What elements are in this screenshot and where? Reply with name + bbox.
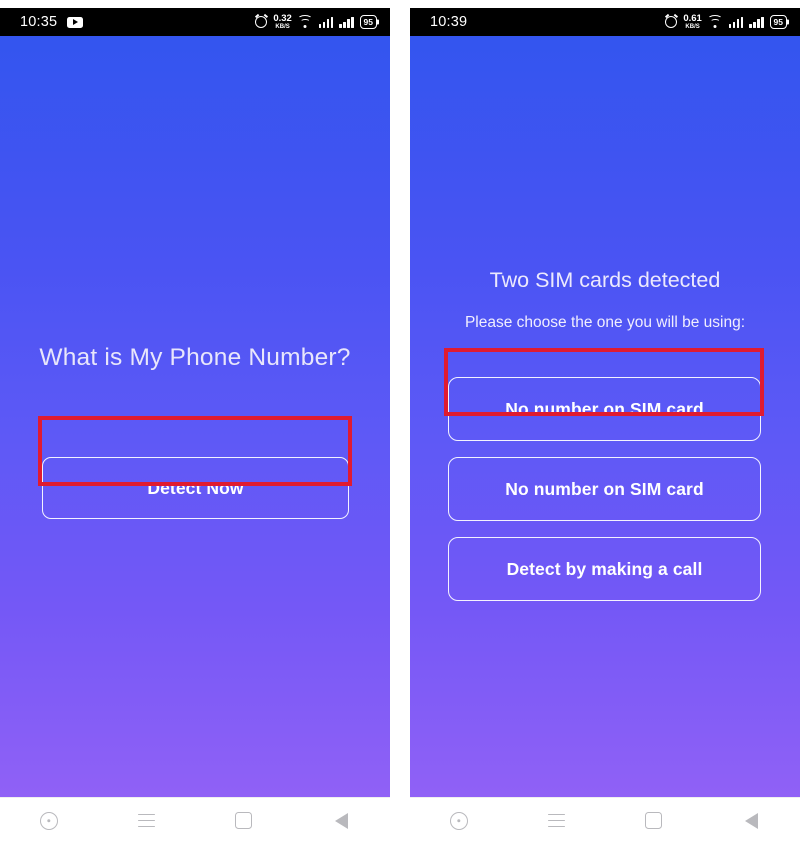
status-bar-right: 10:39 0.61 KB/S 95 [410,8,800,36]
alarm-icon [255,16,268,28]
home-icon[interactable] [226,803,262,839]
sim-option-button-1[interactable]: No number on SIM card [448,377,761,441]
sim-detected-title: Two SIM cards detected [489,268,721,292]
signal-bars-icon-2 [339,16,354,28]
phone-screenshot-right: 10:39 0.61 KB/S 95 Two SIM cards detecte… [410,8,800,842]
system-nav-bar-right [410,797,800,842]
app-screen-left: What is My Phone Number? Detect Now [0,36,390,797]
sim-option-button-2[interactable]: No number on SIM card [448,457,761,521]
battery-icon: 95 [769,15,787,29]
page-title: What is My Phone Number? [39,344,351,371]
status-clock: 10:35 [20,13,58,30]
system-nav-bar-left [0,797,390,842]
app-screen-right: Two SIM cards detected Please choose the… [410,36,800,797]
status-bar-right-group: 0.61 KB/S 95 [665,14,787,30]
status-bar-left-group: 10:35 [20,13,84,30]
signal-bars-icon-1 [728,16,744,28]
phone-screenshot-left: 10:35 0.32 KB/S 95 What is My Phone Numb… [0,8,390,842]
network-speed-unit: KB/S [275,24,290,30]
youtube-icon [67,16,84,28]
status-bar-right-group: 0.32 KB/S 95 [255,14,377,30]
network-speed-value: 0.61 [683,13,702,24]
assistant-icon[interactable] [441,803,477,839]
detect-now-button[interactable]: Detect Now [42,457,349,519]
recents-icon[interactable] [128,803,164,839]
back-icon[interactable] [323,803,359,839]
wifi-icon [707,15,723,28]
screenshot-canvas: 10:35 0.32 KB/S 95 What is My Phone Numb… [0,0,800,842]
status-bar-left: 10:35 0.32 KB/S 95 [0,8,390,36]
left-screen-content: What is My Phone Number? Detect Now [0,344,390,519]
signal-bars-icon-1 [318,16,334,28]
assistant-icon[interactable] [31,803,67,839]
recents-icon[interactable] [538,803,574,839]
wifi-icon [297,15,313,28]
network-speed-unit: KB/S [685,24,700,30]
back-icon[interactable] [733,803,769,839]
sim-detected-subtitle: Please choose the one you will be using: [464,314,746,331]
network-speed-indicator: 0.32 KB/S [273,14,292,30]
network-speed-indicator: 0.61 KB/S [683,14,702,30]
home-icon[interactable] [636,803,672,839]
status-clock: 10:39 [430,13,468,30]
network-speed-value: 0.32 [273,13,292,24]
status-bar-left-group: 10:39 [430,15,467,30]
signal-bars-icon-2 [749,16,764,28]
alarm-icon [665,16,678,28]
battery-icon: 95 [359,15,377,29]
detect-by-call-button[interactable]: Detect by making a call [448,537,761,601]
